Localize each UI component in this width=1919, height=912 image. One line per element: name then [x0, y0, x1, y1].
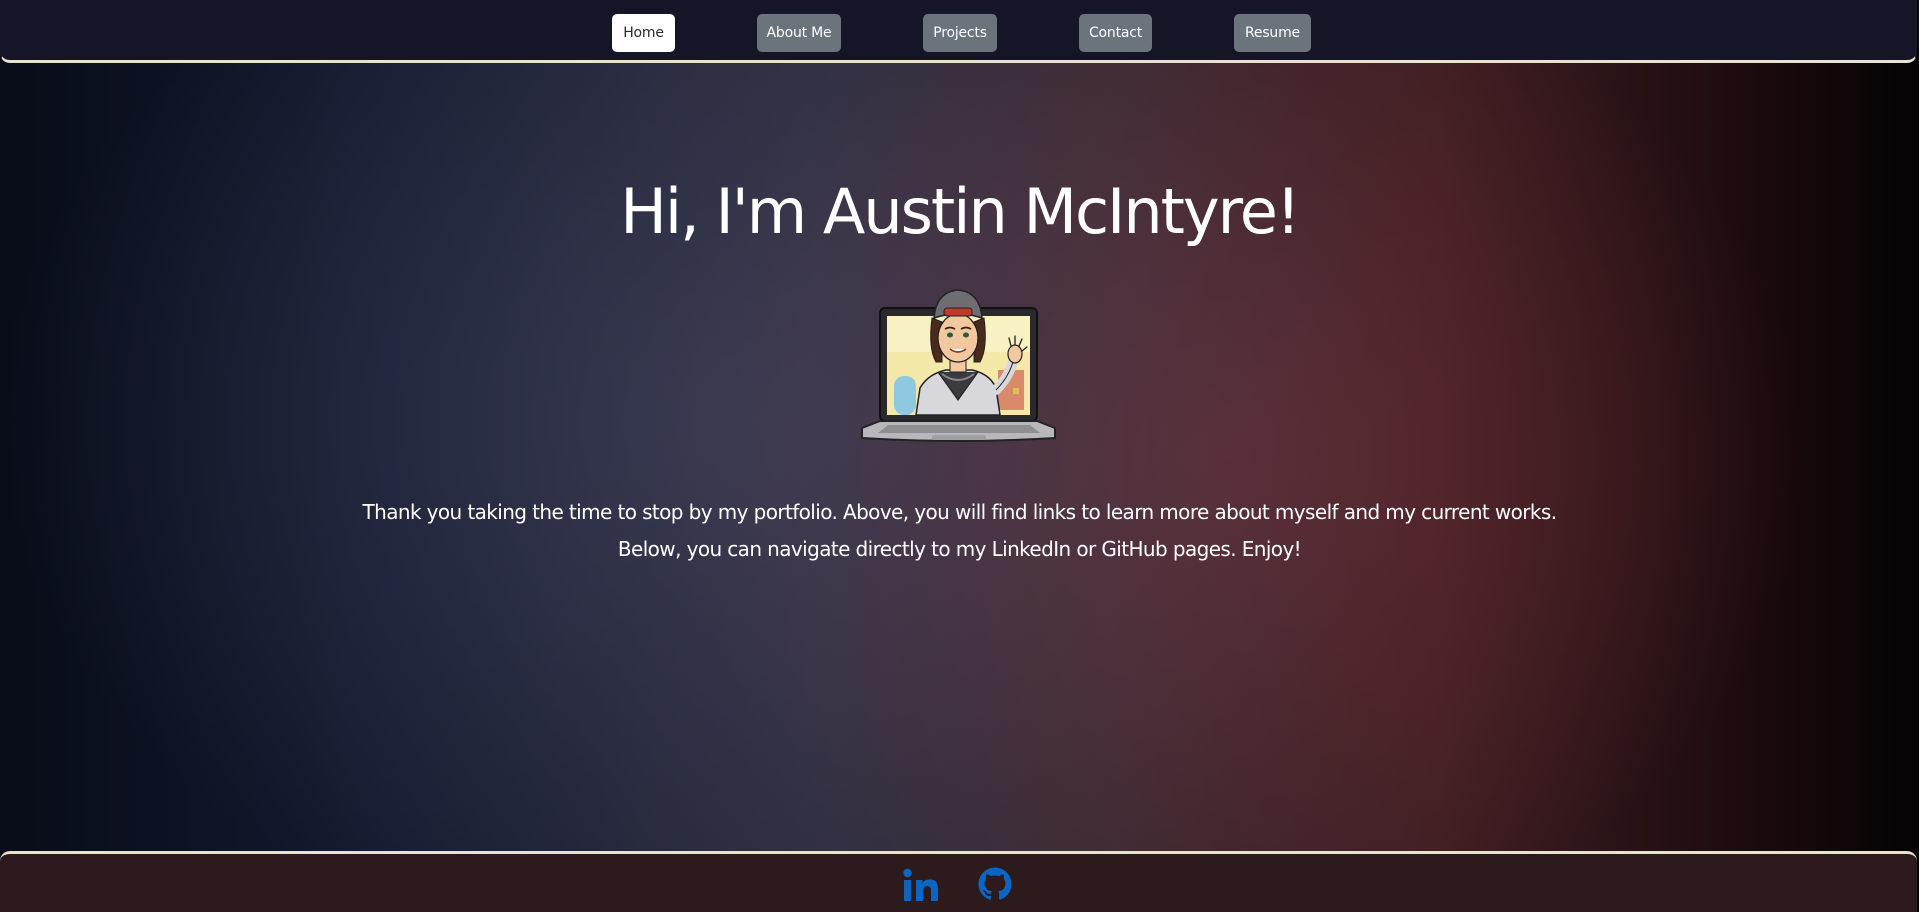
linkedin-link[interactable]: [902, 866, 942, 906]
nav-home-button[interactable]: Home: [612, 14, 675, 52]
github-icon: [978, 867, 1012, 900]
avatar-laptop-icon: [861, 289, 1056, 442]
site-header: Home About Me Projects Contact Resume: [0, 0, 1917, 63]
nav-projects-button[interactable]: Projects: [923, 14, 997, 52]
intro-text: Thank you taking the time to stop by my …: [362, 500, 1558, 561]
nav-resume-button[interactable]: Resume: [1234, 14, 1311, 52]
linkedin-icon: [903, 868, 938, 901]
nav-about-button[interactable]: About Me: [757, 14, 841, 52]
nav-contact-button[interactable]: Contact: [1079, 14, 1152, 52]
site-footer: [0, 851, 1917, 912]
github-link[interactable]: [977, 866, 1017, 906]
page-title: Hi, I'm Austin McIntyre!: [620, 175, 1301, 248]
